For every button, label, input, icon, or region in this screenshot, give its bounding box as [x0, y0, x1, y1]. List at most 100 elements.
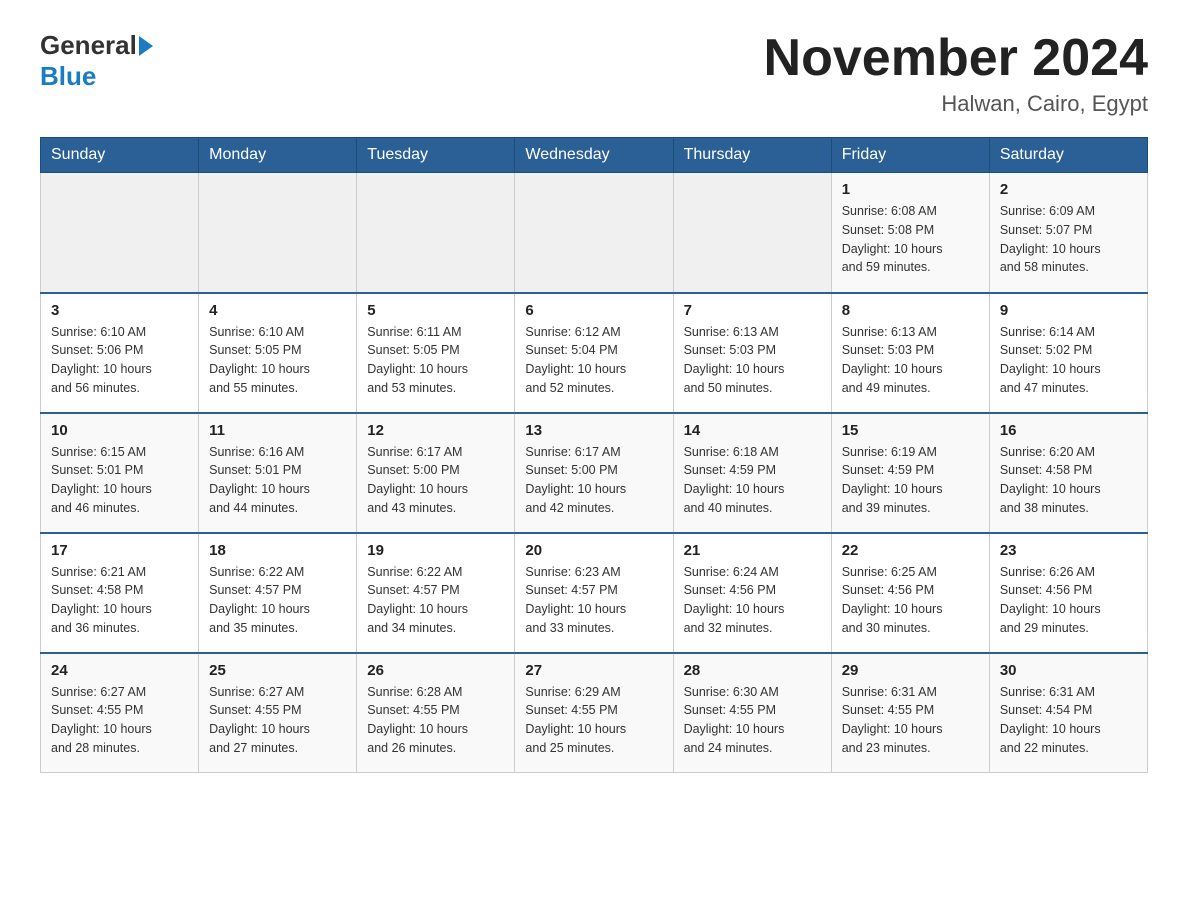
calendar-day-cell: 1Sunrise: 6:08 AMSunset: 5:08 PMDaylight…: [831, 173, 989, 293]
day-number: 20: [525, 542, 662, 559]
calendar-day-cell: 25Sunrise: 6:27 AMSunset: 4:55 PMDayligh…: [199, 653, 357, 773]
calendar-day-cell: 5 Sunrise: 6:11 AMSunset: 5:05 PMDaylight…: [357, 293, 515, 413]
calendar-day-cell: 22 Sunrise: 6:25 AMSunset: 4:56 PMDayligh…: [831, 533, 989, 653]
day-of-week-header: Tuesday: [357, 138, 515, 173]
calendar-week-row: 1Sunrise: 6:08 AMSunset: 5:08 PMDaylight…: [41, 173, 1148, 293]
day-info: Sunrise: 6:31 AMSunset: 4:54 PMDaylight:…: [1000, 683, 1137, 758]
day-number: 3: [51, 302, 188, 319]
day-number: 12: [367, 422, 504, 439]
day-number: 27: [525, 662, 662, 679]
calendar-day-cell: 20Sunrise: 6:23 AMSunset: 4:57 PMDayligh…: [515, 533, 673, 653]
day-info: Sunrise: 6:16 AMSunset: 5:01 PMDaylight:…: [209, 443, 346, 518]
day-number: 4: [209, 302, 346, 319]
calendar-day-cell: 2 Sunrise: 6:09 AMSunset: 5:07 PMDaylight…: [989, 173, 1147, 293]
day-number: 14: [684, 422, 821, 439]
calendar-day-cell: 9 Sunrise: 6:14 AMSunset: 5:02 PMDaylight…: [989, 293, 1147, 413]
location-text: Halwan, Cairo, Egypt: [764, 91, 1148, 117]
day-number: 5: [367, 302, 504, 319]
day-number: 9: [1000, 302, 1137, 319]
calendar-day-cell: [515, 173, 673, 293]
day-of-week-header: Friday: [831, 138, 989, 173]
day-info: Sunrise: 6:26 AMSunset: 4:56 PMDaylight:…: [1000, 563, 1137, 638]
day-info: Sunrise: 6:27 AMSunset: 4:55 PMDaylight:…: [51, 683, 188, 758]
logo-blue-text: Blue: [40, 61, 96, 91]
calendar-day-cell: 12 Sunrise: 6:17 AMSunset: 5:00 PMDayligh…: [357, 413, 515, 533]
logo-general-text: General: [40, 30, 137, 61]
day-of-week-header: Sunday: [41, 138, 199, 173]
calendar-day-cell: 18 Sunrise: 6:22 AMSunset: 4:57 PMDayligh…: [199, 533, 357, 653]
calendar-day-cell: 15 Sunrise: 6:19 AMSunset: 4:59 PMDayligh…: [831, 413, 989, 533]
calendar-day-cell: 17 Sunrise: 6:21 AMSunset: 4:58 PMDayligh…: [41, 533, 199, 653]
day-of-week-header: Thursday: [673, 138, 831, 173]
day-info: Sunrise: 6:15 AMSunset: 5:01 PMDaylight:…: [51, 443, 188, 518]
calendar-day-cell: 19Sunrise: 6:22 AMSunset: 4:57 PMDayligh…: [357, 533, 515, 653]
page-header: General Blue November 2024 Halwan, Cairo…: [40, 30, 1148, 117]
day-number: 19: [367, 542, 504, 559]
calendar-day-cell: 4 Sunrise: 6:10 AMSunset: 5:05 PMDaylight…: [199, 293, 357, 413]
calendar-day-cell: 28 Sunrise: 6:30 AMSunset: 4:55 PMDayligh…: [673, 653, 831, 773]
day-number: 6: [525, 302, 662, 319]
day-info: Sunrise: 6:13 AMSunset: 5:03 PMDaylight:…: [842, 323, 979, 398]
calendar-day-cell: 10 Sunrise: 6:15 AMSunset: 5:01 PMDayligh…: [41, 413, 199, 533]
day-number: 30: [1000, 662, 1137, 679]
day-number: 26: [367, 662, 504, 679]
calendar-day-cell: 29 Sunrise: 6:31 AMSunset: 4:55 PMDayligh…: [831, 653, 989, 773]
day-info: Sunrise: 6:10 AMSunset: 5:05 PMDaylight:…: [209, 323, 346, 398]
day-number: 11: [209, 422, 346, 439]
calendar-day-cell: [199, 173, 357, 293]
calendar-header-row: SundayMondayTuesdayWednesdayThursdayFrid…: [41, 138, 1148, 173]
calendar-day-cell: [357, 173, 515, 293]
day-number: 10: [51, 422, 188, 439]
day-info: Sunrise: 6:25 AMSunset: 4:56 PMDaylight:…: [842, 563, 979, 638]
calendar-day-cell: 3Sunrise: 6:10 AMSunset: 5:06 PMDaylight…: [41, 293, 199, 413]
day-info: Sunrise: 6:17 AMSunset: 5:00 PMDaylight:…: [367, 443, 504, 518]
day-number: 24: [51, 662, 188, 679]
calendar-week-row: 10 Sunrise: 6:15 AMSunset: 5:01 PMDayligh…: [41, 413, 1148, 533]
day-of-week-header: Wednesday: [515, 138, 673, 173]
day-number: 2: [1000, 181, 1137, 198]
month-title: November 2024: [764, 30, 1148, 87]
calendar-week-row: 17 Sunrise: 6:21 AMSunset: 4:58 PMDayligh…: [41, 533, 1148, 653]
calendar-week-row: 3Sunrise: 6:10 AMSunset: 5:06 PMDaylight…: [41, 293, 1148, 413]
day-number: 15: [842, 422, 979, 439]
day-info: Sunrise: 6:09 AMSunset: 5:07 PMDaylight:…: [1000, 202, 1137, 277]
calendar-day-cell: 14 Sunrise: 6:18 AMSunset: 4:59 PMDayligh…: [673, 413, 831, 533]
calendar-day-cell: 7 Sunrise: 6:13 AMSunset: 5:03 PMDaylight…: [673, 293, 831, 413]
day-number: 23: [1000, 542, 1137, 559]
day-info: Sunrise: 6:29 AMSunset: 4:55 PMDaylight:…: [525, 683, 662, 758]
day-of-week-header: Saturday: [989, 138, 1147, 173]
calendar-day-cell: 26 Sunrise: 6:28 AMSunset: 4:55 PMDayligh…: [357, 653, 515, 773]
day-info: Sunrise: 6:12 AMSunset: 5:04 PMDaylight:…: [525, 323, 662, 398]
logo-arrow-icon: [139, 36, 153, 56]
day-number: 8: [842, 302, 979, 319]
day-number: 29: [842, 662, 979, 679]
day-number: 17: [51, 542, 188, 559]
day-info: Sunrise: 6:19 AMSunset: 4:59 PMDaylight:…: [842, 443, 979, 518]
calendar-day-cell: 21Sunrise: 6:24 AMSunset: 4:56 PMDayligh…: [673, 533, 831, 653]
logo: General Blue: [40, 30, 155, 92]
day-info: Sunrise: 6:24 AMSunset: 4:56 PMDaylight:…: [684, 563, 821, 638]
day-number: 18: [209, 542, 346, 559]
calendar-day-cell: 16Sunrise: 6:20 AMSunset: 4:58 PMDayligh…: [989, 413, 1147, 533]
calendar-week-row: 24 Sunrise: 6:27 AMSunset: 4:55 PMDayligh…: [41, 653, 1148, 773]
day-info: Sunrise: 6:30 AMSunset: 4:55 PMDaylight:…: [684, 683, 821, 758]
day-number: 22: [842, 542, 979, 559]
day-number: 28: [684, 662, 821, 679]
day-info: Sunrise: 6:13 AMSunset: 5:03 PMDaylight:…: [684, 323, 821, 398]
day-number: 16: [1000, 422, 1137, 439]
day-number: 13: [525, 422, 662, 439]
calendar-day-cell: 24 Sunrise: 6:27 AMSunset: 4:55 PMDayligh…: [41, 653, 199, 773]
day-info: Sunrise: 6:31 AMSunset: 4:55 PMDaylight:…: [842, 683, 979, 758]
day-info: Sunrise: 6:11 AMSunset: 5:05 PMDaylight:…: [367, 323, 504, 398]
day-number: 7: [684, 302, 821, 319]
calendar-day-cell: 30 Sunrise: 6:31 AMSunset: 4:54 PMDayligh…: [989, 653, 1147, 773]
day-info: Sunrise: 6:18 AMSunset: 4:59 PMDaylight:…: [684, 443, 821, 518]
calendar-table: SundayMondayTuesdayWednesdayThursdayFrid…: [40, 137, 1148, 773]
day-info: Sunrise: 6:22 AMSunset: 4:57 PMDaylight:…: [209, 563, 346, 638]
day-info: Sunrise: 6:14 AMSunset: 5:02 PMDaylight:…: [1000, 323, 1137, 398]
title-block: November 2024 Halwan, Cairo, Egypt: [764, 30, 1148, 117]
day-info: Sunrise: 6:21 AMSunset: 4:58 PMDaylight:…: [51, 563, 188, 638]
day-info: Sunrise: 6:28 AMSunset: 4:55 PMDaylight:…: [367, 683, 504, 758]
day-info: Sunrise: 6:17 AMSunset: 5:00 PMDaylight:…: [525, 443, 662, 518]
calendar-day-cell: 27 Sunrise: 6:29 AMSunset: 4:55 PMDayligh…: [515, 653, 673, 773]
